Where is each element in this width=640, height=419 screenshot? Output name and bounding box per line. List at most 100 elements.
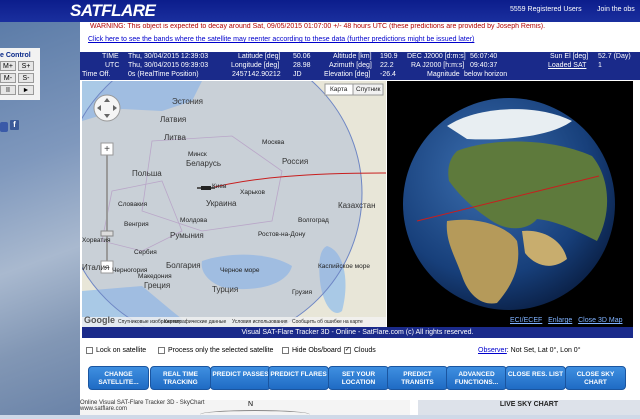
map-label: Болгария	[166, 261, 201, 270]
dec-label: DEC J2000 [d:m:s]	[407, 53, 466, 60]
reentry-bands-link[interactable]: Click here to see the bands where the sa…	[88, 36, 474, 43]
lock-on-satellite-checkbox[interactable]	[86, 347, 93, 354]
map-label: Волгоград	[298, 217, 329, 224]
lock-on-satellite-option[interactable]: Lock on satellite	[86, 347, 146, 354]
google-logo: Google	[84, 315, 115, 325]
sky-chart-site: www.satflare.com	[80, 406, 128, 412]
map-label: Эстония	[172, 97, 203, 106]
map-footer-terms[interactable]: Условия использования	[232, 319, 288, 325]
second-minus-button[interactable]: S-	[18, 73, 34, 83]
enlarge-link[interactable]: Enlarge	[548, 317, 572, 324]
close-sky-chart-button[interactable]: CLOSE SKY CHART	[565, 366, 626, 390]
tracker-status-bar: Visual SAT-Flare Tracker 3D - Online - S…	[82, 327, 633, 338]
map-label: Латвия	[160, 115, 187, 124]
jd-label: JD	[293, 71, 302, 78]
map-type-satellite-label: Спутник	[356, 86, 381, 93]
elevation-label: Elevation [deg]	[324, 71, 371, 78]
hide-obs-label: Hide Obs/board	[292, 347, 342, 354]
north-marker: N	[248, 401, 254, 408]
time-offset-label: Time Off.	[82, 71, 111, 78]
clouds-option[interactable]: ✓ Clouds	[344, 347, 376, 354]
zoom-handle[interactable]	[100, 230, 114, 237]
map-label: Россия	[282, 157, 309, 166]
map-label: Грузия	[292, 289, 313, 296]
close-results-list-button[interactable]: CLOSE RES. LIST	[505, 366, 566, 390]
map-label: Ростов-на-Дону	[258, 231, 306, 238]
hide-obs-checkbox[interactable]	[282, 347, 289, 354]
facebook-icon[interactable]: f	[10, 120, 19, 130]
site-logo[interactable]: SATFLARE	[70, 1, 156, 21]
satellite-info-table: TIME Thu, 30/04/2015 12:39:03 UTC Thu, 3…	[80, 52, 640, 80]
map-label: Италия	[82, 263, 110, 272]
altitude-label: Altitude [km]	[333, 53, 372, 60]
map-label: Украина	[206, 199, 237, 208]
loaded-sat-value: 1	[598, 62, 602, 69]
map-label: Киев	[212, 183, 227, 190]
observer-link[interactable]: Observer	[478, 347, 507, 354]
predict-passes-button[interactable]: PREDICT PASSES	[210, 366, 271, 390]
ra-label: RA J2000 [h:m:s]	[411, 62, 465, 69]
hide-obs-option[interactable]: Hide Obs/board	[282, 347, 341, 354]
time-control-title: e Control	[0, 52, 31, 59]
map-label: Венгрия	[124, 221, 149, 228]
map-type-map-label: Карта	[330, 86, 348, 93]
clouds-label: Clouds	[354, 347, 376, 354]
time-local: Thu, 30/04/2015 12:39:03	[128, 53, 209, 60]
registered-users: 5559 Registered Users	[510, 6, 582, 13]
process-selected-label: Process only the selected satellite	[168, 347, 274, 354]
process-selected-option[interactable]: Process only the selected satellite	[158, 347, 273, 354]
play-button[interactable]: ►	[18, 85, 34, 95]
join-link[interactable]: Join the obs	[597, 6, 635, 13]
minute-plus-button[interactable]: M+	[0, 61, 16, 71]
eci-ecef-link[interactable]: ECI/ECEF	[510, 317, 542, 324]
julian-date: 2457142.90212	[232, 71, 281, 78]
second-plus-button[interactable]: S+	[18, 61, 34, 71]
process-selected-checkbox[interactable]	[158, 347, 165, 354]
predict-flares-button[interactable]: PREDICT FLARES	[268, 366, 329, 390]
map-label: Казахстан	[338, 201, 376, 210]
latitude-label: Latitude [deg]	[238, 53, 281, 60]
observer-info: Observer: Not Set, Lat 0°, Lon 0°	[478, 347, 581, 354]
change-satellite-button[interactable]: CHANGE SATELLITE...	[88, 366, 149, 390]
map-label: Молдова	[180, 217, 208, 224]
magnitude-value: below horizon	[464, 71, 508, 78]
lock-on-satellite-label: Lock on satellite	[96, 347, 147, 354]
map-label: Москва	[262, 139, 285, 146]
pause-button[interactable]: II	[0, 85, 16, 95]
clouds-checkbox[interactable]: ✓	[344, 347, 351, 354]
advanced-functions-button[interactable]: ADVANCED FUNCTIONS...	[446, 366, 507, 390]
dec-value: 56:07:40	[470, 53, 498, 60]
map-label: Греция	[144, 281, 171, 290]
loaded-sat-link[interactable]: Loaded SAT	[548, 62, 586, 69]
close-3d-map-link[interactable]: Close 3D Map	[578, 317, 622, 324]
time-offset-value: 0s (RealTime Position)	[128, 71, 199, 78]
real-time-tracking-button[interactable]: REAL TIME TRACKING	[150, 366, 211, 390]
map-footer-report[interactable]: Сообщить об ошибке на карте	[292, 319, 363, 325]
map-label: Польша	[132, 169, 162, 178]
ra-value: 09:40:37	[470, 62, 498, 69]
map-label: Словакия	[118, 201, 148, 208]
map-label: Литва	[164, 133, 186, 142]
ground-track-map[interactable]: + − Карта Спутник Эстония Латвия Литва Б…	[82, 81, 386, 327]
map-label: Каспийское море	[318, 263, 370, 270]
observer-value: : Not Set, Lat 0°, Lon 0°	[506, 347, 581, 354]
map-label: Македония	[138, 273, 172, 280]
map-label: Минск	[188, 151, 207, 158]
latitude-value: 50.06	[293, 53, 311, 60]
predict-transits-button[interactable]: PREDICT TRANSITS	[387, 366, 448, 390]
sky-chart-caption: Online Visual SAT-Flare Tracker 3D - Sky…	[80, 400, 205, 412]
globe-3d-view[interactable]	[387, 81, 633, 327]
time-utc: Thu, 30/04/2015 09:39:03	[128, 62, 209, 69]
utc-label: UTC	[105, 62, 120, 69]
longitude-value: 28.98	[293, 62, 311, 69]
set-location-button[interactable]: SET YOUR LOCATION	[328, 366, 389, 390]
magnitude-label: Magnitude	[427, 71, 460, 78]
social-icon[interactable]	[0, 122, 8, 132]
map-label: Харьков	[240, 189, 265, 196]
minute-minus-button[interactable]: M-	[0, 73, 16, 83]
map-label: Черное море	[220, 267, 260, 274]
time-label: TIME	[102, 53, 119, 60]
map-footer-data: Картографические данные	[164, 319, 227, 325]
azimuth-label: Azimuth [deg]	[329, 62, 372, 69]
map-label: Турция	[212, 285, 239, 294]
